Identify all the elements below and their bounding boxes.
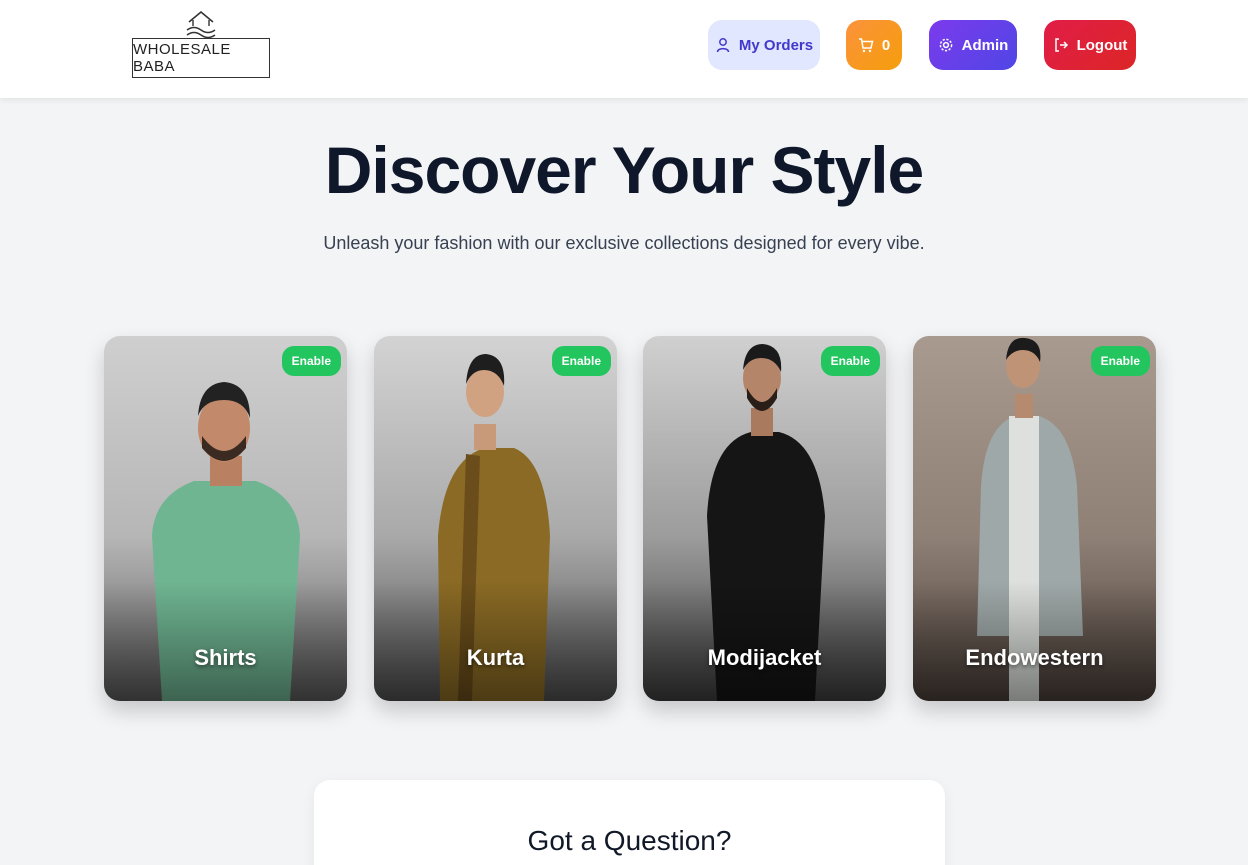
card-shade bbox=[643, 581, 886, 701]
hero-title: Discover Your Style bbox=[324, 133, 925, 207]
logout-label: Logout bbox=[1076, 36, 1128, 54]
category-card-modijacket[interactable]: Enable Modijacket bbox=[643, 336, 886, 701]
category-card-endowestern[interactable]: Enable Endowestern bbox=[913, 336, 1156, 701]
status-badge: Enable bbox=[281, 346, 341, 376]
question-title: Got a Question? bbox=[527, 825, 732, 856]
admin-label: Admin bbox=[961, 36, 1009, 54]
card-shade bbox=[913, 581, 1156, 701]
admin-button[interactable]: Admin bbox=[929, 20, 1017, 70]
brand-name: WHOLESALE BABA bbox=[133, 41, 231, 75]
logout-button[interactable]: Logout bbox=[1044, 20, 1136, 70]
hero-subtitle: Unleash your fashion with our exclusive … bbox=[323, 233, 925, 253]
logout-icon bbox=[1054, 38, 1068, 52]
category-label: Kurta bbox=[466, 645, 525, 670]
question-panel: Got a Question? bbox=[314, 780, 945, 865]
card-shade bbox=[374, 581, 617, 701]
status-badge: Enable bbox=[820, 346, 880, 376]
cart-button[interactable]: 0 bbox=[846, 20, 902, 70]
house-wave-icon bbox=[186, 10, 216, 39]
category-label: Endowestern bbox=[965, 645, 1104, 670]
gear-icon bbox=[939, 38, 953, 52]
my-orders-label: My Orders bbox=[738, 36, 814, 54]
brand-logo[interactable]: WHOLESALE BABA bbox=[128, 8, 274, 88]
category-label: Shirts bbox=[194, 645, 257, 670]
cart-icon bbox=[858, 38, 874, 53]
cart-count: 0 bbox=[881, 36, 891, 54]
logo-frame: WHOLESALE BABA bbox=[132, 38, 270, 78]
user-icon bbox=[716, 38, 730, 53]
category-card-kurta[interactable]: Enable Kurta bbox=[374, 336, 617, 701]
card-shade bbox=[104, 581, 347, 701]
my-orders-button[interactable]: My Orders bbox=[708, 20, 820, 70]
category-label: Modijacket bbox=[707, 645, 822, 670]
status-badge: Enable bbox=[1090, 346, 1150, 376]
status-badge: Enable bbox=[551, 346, 611, 376]
top-navbar: WHOLESALE BABA My Orders 0 Admin Logout bbox=[0, 0, 1248, 98]
category-card-shirts[interactable]: Enable Shirts bbox=[104, 336, 347, 701]
